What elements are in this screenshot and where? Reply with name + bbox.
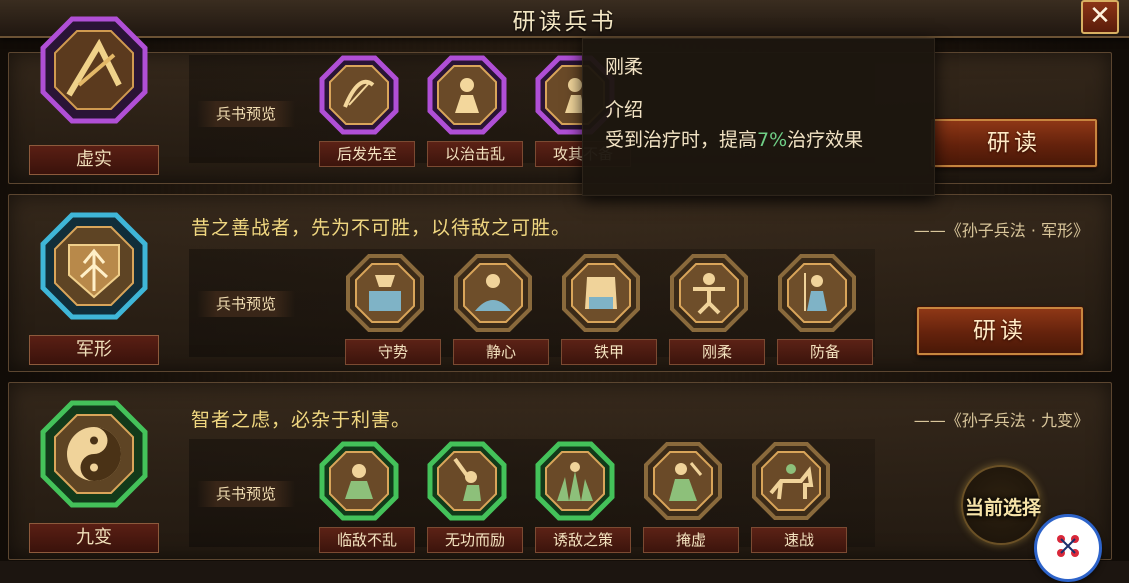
skill-preview-row: 兵书预览 临敌不乱 无功而励 诱敌之策 掩虚 速战 xyxy=(189,439,875,553)
network-icon xyxy=(1057,535,1079,557)
book-panel-junxing: 军形 昔之善战者，先为不可胜，以待敌之可胜。 ——《孙子兵法 · 军形》 兵书预… xyxy=(8,194,1112,372)
skill-label: 速战 xyxy=(751,527,847,553)
skill-label: 静心 xyxy=(453,339,549,365)
skill-tooltip: 刚柔 介绍 受到治疗时，提高7%治疗效果 xyxy=(582,38,935,196)
book-panel-jiubian: 九变 智者之虑，必杂于利害。 ——《孙子兵法 · 九变》 兵书预览 临敌不乱 无… xyxy=(8,382,1112,560)
skill-label: 守势 xyxy=(345,339,441,365)
book-source: ——《孙子兵法 · 九变》 xyxy=(913,411,1089,430)
preview-label: 兵书预览 xyxy=(197,481,295,507)
skill-item[interactable]: 刚柔 xyxy=(669,253,765,365)
tooltip-title: 刚柔 xyxy=(605,56,644,78)
book-name-junxing: 军形 xyxy=(29,335,159,365)
junxing-emblem-icon xyxy=(40,212,148,320)
general-icon xyxy=(427,55,507,135)
grass-icon xyxy=(535,441,615,521)
skill-label: 无功而励 xyxy=(427,527,523,553)
yin-yang-emblem-icon xyxy=(40,400,148,508)
current-select-badge[interactable]: 当前选择 xyxy=(961,465,1041,545)
study-button-xushi[interactable]: 研读 xyxy=(931,119,1097,167)
cloak-icon xyxy=(644,442,722,520)
skill-item[interactable]: 临敌不乱 xyxy=(319,441,415,553)
book-quote: 昔之善战者，先为不可胜，以待敌之可胜。 xyxy=(191,217,572,239)
skill-label: 铁甲 xyxy=(561,339,657,365)
skill-label: 以治击乱 xyxy=(427,141,523,167)
skill-label: 掩虚 xyxy=(643,527,739,553)
skill-label: 刚柔 xyxy=(669,339,765,365)
book-quote: 智者之虑，必杂于利害。 xyxy=(191,409,412,431)
skill-item[interactable]: 防备 xyxy=(777,253,873,365)
book-panel-xushi: 虚实 兵书预览 后发先至 以治击乱 研读 xyxy=(8,16,1112,184)
shield-icon xyxy=(346,254,424,332)
skill-item[interactable]: 以治击乱 xyxy=(427,55,523,167)
skill-item[interactable]: 静心 xyxy=(453,253,549,365)
skill-item[interactable]: 守势 xyxy=(345,253,441,365)
skill-label: 临敌不乱 xyxy=(319,527,415,553)
book-source: ——《孙子兵法 · 军形》 xyxy=(913,221,1089,240)
study-button-junxing[interactable]: 研读 xyxy=(917,307,1083,355)
current-select-label: 当前选择 xyxy=(964,497,1041,519)
calm-icon xyxy=(319,441,399,521)
meditation-icon xyxy=(454,254,532,332)
skill-label: 防备 xyxy=(777,339,873,365)
guard-icon xyxy=(778,254,856,332)
book-name-xushi: 虚实 xyxy=(29,145,159,175)
preview-label: 兵书预览 xyxy=(197,291,295,317)
skill-item[interactable]: 速战 xyxy=(751,441,847,553)
close-button[interactable]: ✕ xyxy=(1081,0,1119,34)
skill-preview-row: 兵书预览 守势 静心 铁甲 刚柔 防备 xyxy=(189,249,875,365)
tooltip-description: 受到治疗时，提高7%治疗效果 xyxy=(605,125,915,155)
tooltip-subtitle: 介绍 xyxy=(605,99,644,121)
skill-label: 诱敌之策 xyxy=(535,527,631,553)
tooltip-desc-value: 7% xyxy=(757,129,788,151)
skill-item[interactable]: 掩虚 xyxy=(643,441,739,553)
floating-assistant-button[interactable] xyxy=(1034,514,1102,582)
skill-item[interactable]: 无功而励 xyxy=(427,441,523,553)
sword-raise-icon xyxy=(427,441,507,521)
armor-icon xyxy=(562,254,640,332)
cavalry-icon xyxy=(752,442,830,520)
tooltip-desc-before: 受到治疗时，提高 xyxy=(605,129,758,151)
title-bar: 研读兵书 ✕ xyxy=(0,0,1129,38)
xushi-emblem-icon xyxy=(40,16,148,124)
skill-item[interactable]: 铁甲 xyxy=(561,253,657,365)
book-name-jiubian: 九变 xyxy=(29,523,159,553)
skill-item[interactable]: 诱敌之策 xyxy=(535,441,631,553)
bow-arrow-icon xyxy=(319,55,399,135)
skill-item[interactable]: 后发先至 xyxy=(319,55,415,167)
preview-label: 兵书预览 xyxy=(197,101,295,127)
skill-label: 后发先至 xyxy=(319,141,415,167)
martial-icon xyxy=(670,254,748,332)
tooltip-desc-after: 治疗效果 xyxy=(787,129,864,151)
page-title: 研读兵书 xyxy=(512,9,617,35)
